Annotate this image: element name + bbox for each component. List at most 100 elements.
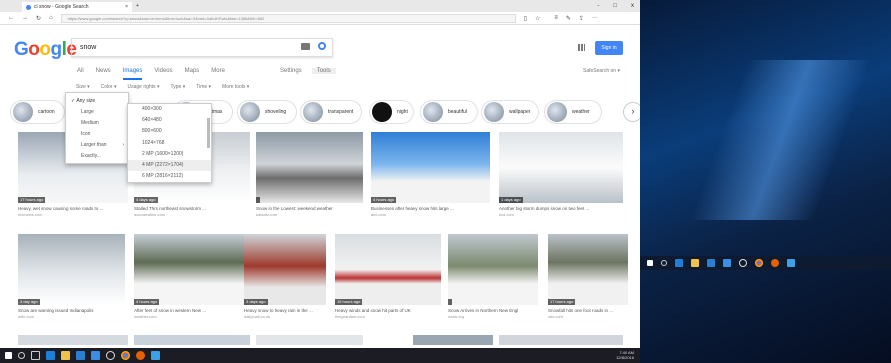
color-filter[interactable]: Color ▾ <box>101 84 117 90</box>
system-tray[interactable]: 7:40 AM 12/8/2016 <box>616 350 634 360</box>
maximize-button[interactable]: □ <box>613 3 617 9</box>
size-filter[interactable]: Size ▾ <box>76 84 90 90</box>
home-icon[interactable]: ⌂ <box>49 15 53 21</box>
image-result[interactable]: 4 day ago Snow are warning issued Indian… <box>18 234 125 319</box>
close-tab-icon[interactable]: × <box>125 4 128 10</box>
chip-cartoon[interactable]: cartoon <box>10 100 65 124</box>
image-result[interactable]: 4 hours ago After feet of snow in wester… <box>134 234 251 319</box>
image-result[interactable]: Snow in the Lowest: weekend weather kald… <box>256 132 363 217</box>
favorite-star-icon[interactable]: ☆ <box>535 15 540 22</box>
tab-news[interactable]: News <box>96 68 111 80</box>
image-result[interactable] <box>256 335 363 345</box>
back-icon[interactable]: ← <box>8 15 14 21</box>
type-filter[interactable]: Type ▾ <box>170 84 185 90</box>
chip-wallpaper[interactable]: wallpaper <box>481 100 539 124</box>
app-icon[interactable] <box>787 259 795 267</box>
chrome-icon[interactable] <box>121 351 130 360</box>
safesearch-toggle[interactable]: SafeSearch on ▾ <box>583 68 620 74</box>
forward-icon[interactable]: → <box>22 15 28 21</box>
usage-rights-filter[interactable]: Usage rights ▾ <box>128 84 160 90</box>
chip-weather[interactable]: weather <box>544 100 602 124</box>
image-result[interactable] <box>499 335 623 345</box>
image-result[interactable] <box>134 335 250 345</box>
image-result[interactable] <box>18 335 128 345</box>
windows-start-icon[interactable] <box>5 352 12 359</box>
refresh-icon[interactable]: ↻ <box>36 15 41 22</box>
image-result[interactable]: 15 hours ago Heavy winds and snow hit pa… <box>335 234 441 319</box>
more-tools-filter[interactable]: More tools ▾ <box>222 84 249 90</box>
file-explorer-icon[interactable] <box>691 259 699 267</box>
tab-videos[interactable]: Videos <box>154 68 172 80</box>
size-option-exactly[interactable]: Exactly... <box>66 151 128 162</box>
size-option-any[interactable]: ✓ Any size <box>66 96 128 107</box>
notes-icon[interactable]: ✎ <box>566 15 571 22</box>
chevron-right-icon[interactable]: › <box>623 102 640 122</box>
larger-than-option[interactable]: 800×600 <box>128 126 211 137</box>
image-result[interactable]: 4 hours ago Businesses after heavy snow … <box>371 132 490 217</box>
larger-than-option[interactable]: 400×300 <box>128 104 211 115</box>
search-icon[interactable] <box>661 260 667 266</box>
task-view-icon[interactable] <box>31 351 40 360</box>
minimize-button[interactable]: - <box>597 3 599 9</box>
image-result[interactable]: 3 days ago Heavy snow to heavy rain in t… <box>244 234 326 319</box>
mail-icon[interactable] <box>723 259 731 267</box>
larger-than-option[interactable]: 2 MP (1600×1200) <box>128 149 211 160</box>
edge-icon[interactable] <box>675 259 683 267</box>
image-result[interactable]: 1 days ago Another big storm dumps snow … <box>499 132 623 217</box>
larger-than-option[interactable]: 1024×768 <box>128 138 211 149</box>
url-field[interactable]: https://www.google.com/search?q=snow&sou… <box>60 13 516 23</box>
file-explorer-icon[interactable] <box>61 351 70 360</box>
browser-tab[interactable]: ci snow - Google Search × <box>22 2 132 12</box>
search-input[interactable]: snow <box>71 38 333 57</box>
firefox-icon[interactable] <box>771 259 779 267</box>
tools-button[interactable]: Tools <box>311 68 336 74</box>
more-icon[interactable]: ··· <box>592 15 598 21</box>
size-option-larger-than[interactable]: Larger than › <box>66 140 128 151</box>
share-icon[interactable]: ⇪ <box>579 15 584 22</box>
settings-icon[interactable] <box>739 259 747 267</box>
camera-icon[interactable] <box>301 43 310 50</box>
image-domain: cbs.com <box>548 314 563 319</box>
size-option-icon[interactable]: Icon <box>66 129 128 140</box>
app-icon[interactable] <box>151 351 160 360</box>
timestamp: 3 days ago <box>244 299 268 305</box>
new-tab-button[interactable]: + <box>136 3 139 9</box>
reading-view-icon[interactable]: ▯ <box>524 15 527 22</box>
apps-grid-icon[interactable] <box>578 44 585 51</box>
settings-link[interactable]: Settings <box>280 68 302 74</box>
hub-icon[interactable]: ≡ <box>554 15 558 21</box>
tab-maps[interactable]: Maps <box>185 68 200 80</box>
search-icon[interactable] <box>18 352 25 359</box>
chip-shoveling[interactable]: shoveling <box>237 100 297 124</box>
size-option-large[interactable]: Large <box>66 107 128 118</box>
windows-start-icon[interactable] <box>647 260 653 266</box>
larger-than-option[interactable]: 6 MP (2816×2112) <box>128 171 211 182</box>
settings-icon[interactable] <box>106 351 115 360</box>
tab-all[interactable]: All <box>77 68 84 80</box>
sign-in-button[interactable]: Sign in <box>595 41 623 55</box>
image-caption: Businesses after heavy snow hits large .… <box>371 206 454 211</box>
store-icon[interactable] <box>76 351 85 360</box>
chrome-icon[interactable] <box>755 259 763 267</box>
search-icon[interactable] <box>318 42 326 50</box>
image-result[interactable]: 17 hours ago Snowfall hits one foot road… <box>548 234 628 319</box>
larger-than-option[interactable]: 640×480 <box>128 115 211 126</box>
title-bar: ci snow - Google Search × + - □ x <box>0 0 640 12</box>
store-icon[interactable] <box>707 259 715 267</box>
tab-images[interactable]: Images <box>122 68 143 80</box>
google-logo[interactable]: Google <box>14 39 77 61</box>
mail-icon[interactable] <box>91 351 100 360</box>
image-result[interactable] <box>413 335 493 345</box>
chip-beautiful[interactable]: beautiful <box>420 100 478 124</box>
size-option-medium[interactable]: Medium <box>66 118 128 129</box>
submenu-scrollbar[interactable] <box>207 118 210 148</box>
time-filter[interactable]: Time ▾ <box>196 84 211 90</box>
chip-night[interactable]: night <box>369 100 414 124</box>
larger-than-option[interactable]: 4 MP (2272×1704) <box>128 159 211 172</box>
chip-transparent[interactable]: transparent <box>300 100 362 124</box>
tab-more[interactable]: More <box>211 68 225 80</box>
close-window-button[interactable]: x <box>631 3 634 9</box>
image-result[interactable]: Snow Arrives in Northern New Engl wcsh.o… <box>448 234 538 319</box>
edge-icon[interactable] <box>46 351 55 360</box>
firefox-icon[interactable] <box>136 351 145 360</box>
